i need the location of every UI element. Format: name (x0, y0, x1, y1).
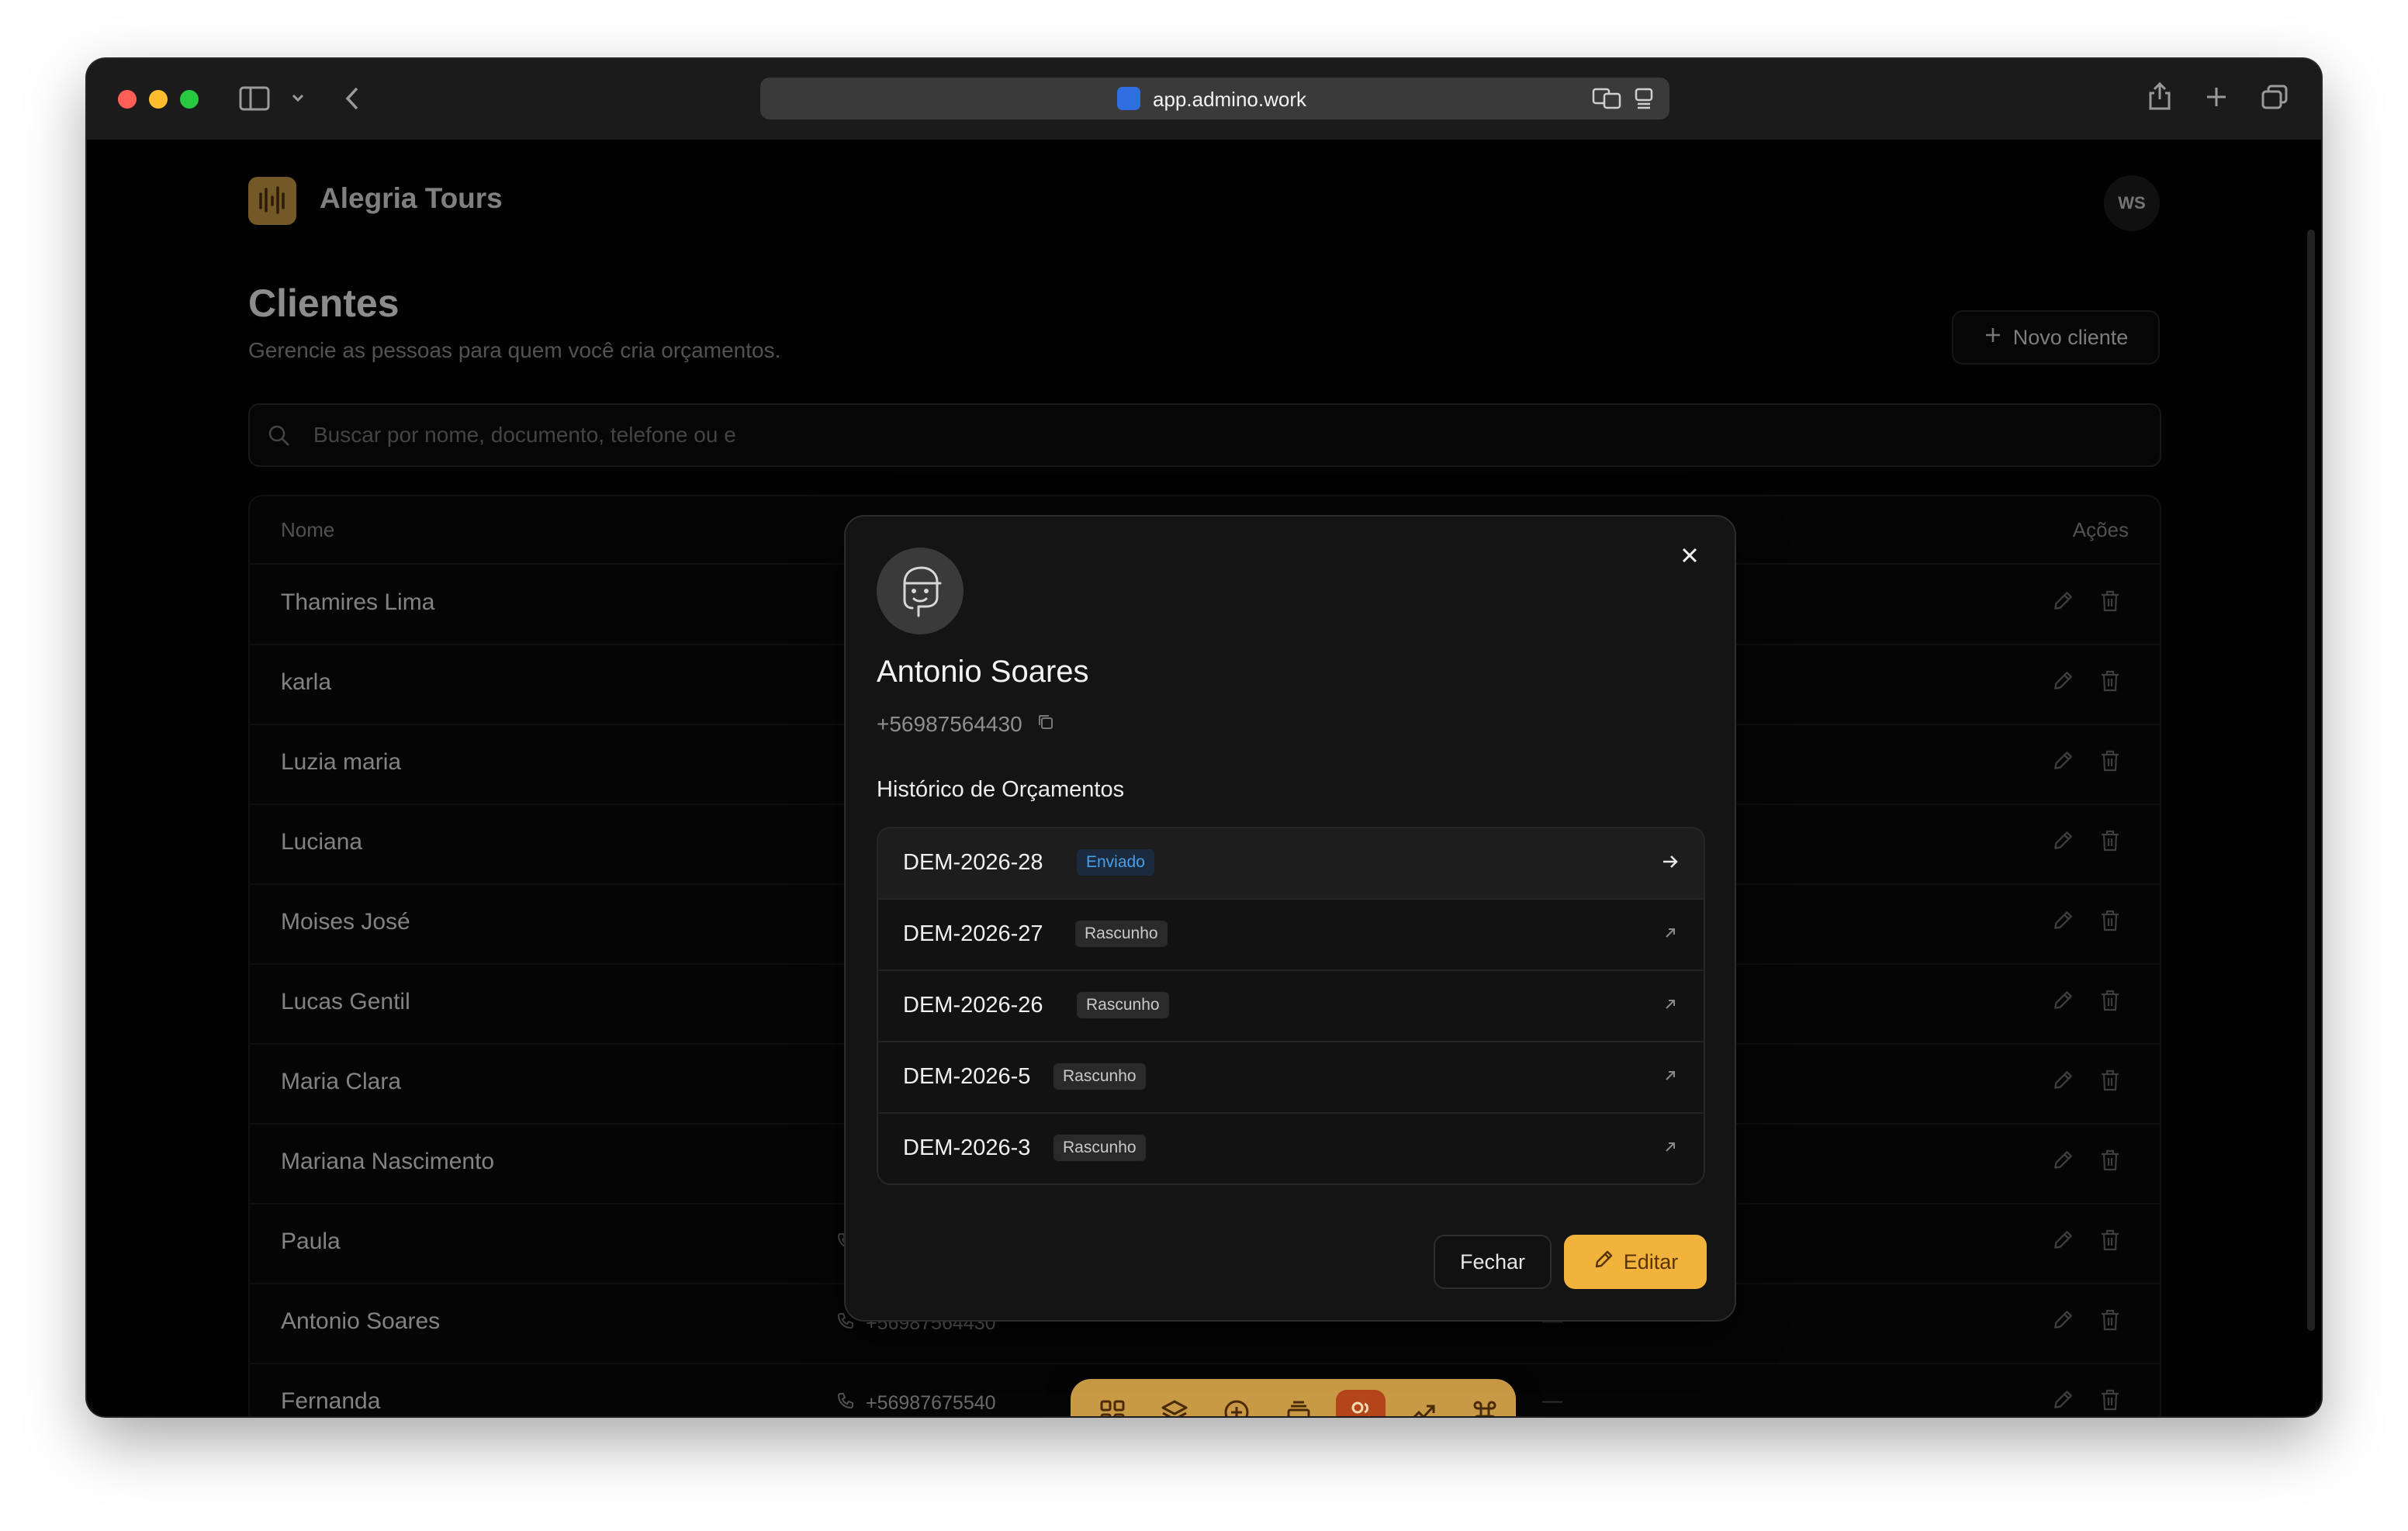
trending-icon (1408, 1398, 1438, 1416)
url-text: app.admino.work (1153, 88, 1306, 111)
dock-clients[interactable] (1336, 1390, 1386, 1416)
quote-row[interactable]: DEM-2026-3 Rascunho (878, 1114, 1704, 1184)
address-bar[interactable]: app.admino.work (760, 78, 1669, 119)
dock-quotes[interactable] (1274, 1390, 1323, 1416)
arrow-up-right-icon[interactable] (1660, 923, 1680, 947)
history-title: Histórico de Orçamentos (877, 777, 1125, 802)
layers-icon (1160, 1398, 1189, 1416)
status-badge: Rascunho (1054, 1135, 1146, 1161)
zoom-window-button[interactable] (180, 90, 199, 109)
arrow-up-right-icon[interactable] (1660, 1066, 1680, 1090)
new-tab-icon[interactable] (2205, 85, 2228, 112)
back-icon[interactable] (343, 85, 362, 116)
client-name: Antonio Soares (877, 655, 1089, 689)
edit-button-label: Editar (1623, 1249, 1679, 1274)
dock-commands[interactable] (1460, 1390, 1510, 1416)
command-icon (1471, 1398, 1499, 1416)
arrow-right-icon[interactable] (1660, 852, 1680, 876)
modal-close-button[interactable] (1673, 540, 1707, 574)
site-favicon-icon (1117, 87, 1140, 110)
quote-code: DEM-2026-3 (903, 1135, 1031, 1160)
dock-dashboard[interactable] (1088, 1390, 1137, 1416)
dock-products[interactable] (1150, 1390, 1199, 1416)
client-phone: +56987564430 (877, 712, 1022, 736)
copy-icon[interactable] (1036, 712, 1055, 737)
quote-row[interactable]: DEM-2026-5 Rascunho (878, 1042, 1704, 1114)
browser-toolbar: app.admino.work (87, 59, 2321, 140)
quote-history-list: DEM-2026-28 Enviado DEM-2026-27 Rascunho DEM… (877, 827, 1705, 1185)
client-phone-row: +56987564430 (877, 712, 1055, 737)
quote-code: DEM-2026-27 (903, 921, 1043, 946)
chevron-down-icon[interactable] (290, 90, 306, 109)
arrow-up-right-icon[interactable] (1660, 994, 1680, 1018)
quote-row[interactable]: DEM-2026-26 Rascunho (878, 971, 1704, 1042)
sidebar-toggle-icon[interactable] (239, 85, 270, 116)
share-icon[interactable] (2147, 81, 2172, 116)
client-detail-modal: Antonio Soares +56987564430 Histórico de… (844, 515, 1736, 1322)
browser-window: app.admino.work Alegria Tours WS Cliente… (87, 59, 2321, 1416)
archive-icon (1285, 1398, 1313, 1416)
close-button[interactable]: Fechar (1434, 1235, 1552, 1289)
status-badge: Rascunho (1077, 992, 1169, 1018)
status-badge: Rascunho (1075, 921, 1168, 947)
quote-row[interactable]: DEM-2026-27 Rascunho (878, 900, 1704, 971)
quote-code: DEM-2026-26 (903, 993, 1043, 1018)
close-icon (1680, 546, 1699, 569)
minimize-window-button[interactable] (149, 90, 168, 109)
plus-circle-icon (1223, 1398, 1251, 1416)
dock-new-quote[interactable] (1212, 1390, 1261, 1416)
pencil-icon (1593, 1249, 1614, 1276)
bottom-dock (1071, 1379, 1516, 1416)
status-badge: Enviado (1077, 849, 1154, 876)
users-icon (1346, 1398, 1375, 1416)
page-content: Alegria Tours WS Clientes Gerencie as pe… (87, 140, 2321, 1416)
arrow-up-right-icon[interactable] (1660, 1137, 1680, 1161)
quote-row[interactable]: DEM-2026-28 Enviado (878, 828, 1704, 900)
edit-button[interactable]: Editar (1564, 1235, 1707, 1289)
grid-icon (1098, 1398, 1126, 1416)
translate-icon[interactable] (1592, 87, 1621, 114)
client-avatar (877, 548, 964, 634)
close-window-button[interactable] (118, 90, 137, 109)
dock-reports[interactable] (1398, 1390, 1448, 1416)
tab-overview-icon[interactable] (2261, 84, 2289, 114)
quote-code: DEM-2026-28 (903, 850, 1043, 875)
status-badge: Rascunho (1054, 1063, 1146, 1090)
quote-code: DEM-2026-5 (903, 1064, 1031, 1089)
reader-icon[interactable] (1634, 87, 1654, 114)
